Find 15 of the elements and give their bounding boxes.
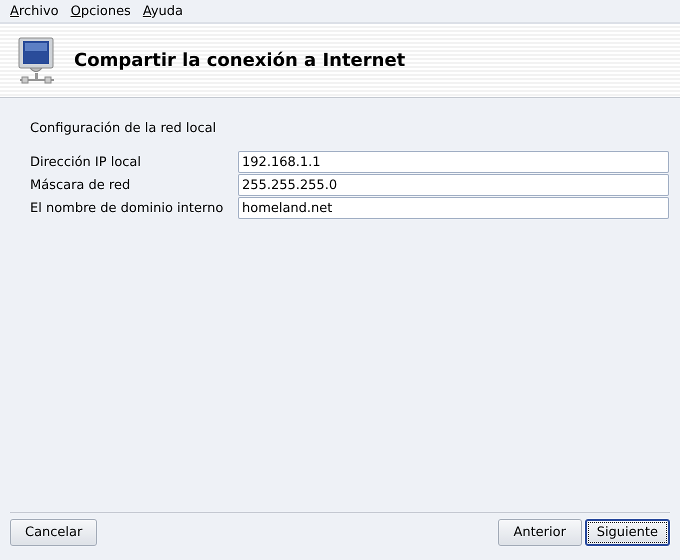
input-field[interactable]: homeland.net: [238, 197, 669, 219]
wizard-button[interactable]: Anterior: [498, 519, 582, 546]
wizard-button[interactable]: Cancelar: [10, 519, 98, 546]
section-label: Configuración de la red local: [30, 121, 218, 136]
field-label: Máscara de red: [30, 178, 132, 192]
wizard-button[interactable]: Siguiente: [584, 519, 670, 546]
field-label: Dirección IP local: [30, 154, 142, 170]
page-title: Compartir la conexión a Internet: [74, 50, 406, 71]
menu-item[interactable]: Opciones: [64, 4, 137, 18]
menu-item[interactable]: Ayuda: [136, 4, 190, 18]
computer-monitor-icon: [18, 36, 56, 84]
field-label: El nombre de dominio interno: [30, 200, 224, 216]
menu-item[interactable]: Archivo: [4, 4, 65, 18]
input-field[interactable]: 255.255.255.0: [238, 174, 669, 196]
input-field[interactable]: 192.168.1.1: [238, 151, 669, 173]
